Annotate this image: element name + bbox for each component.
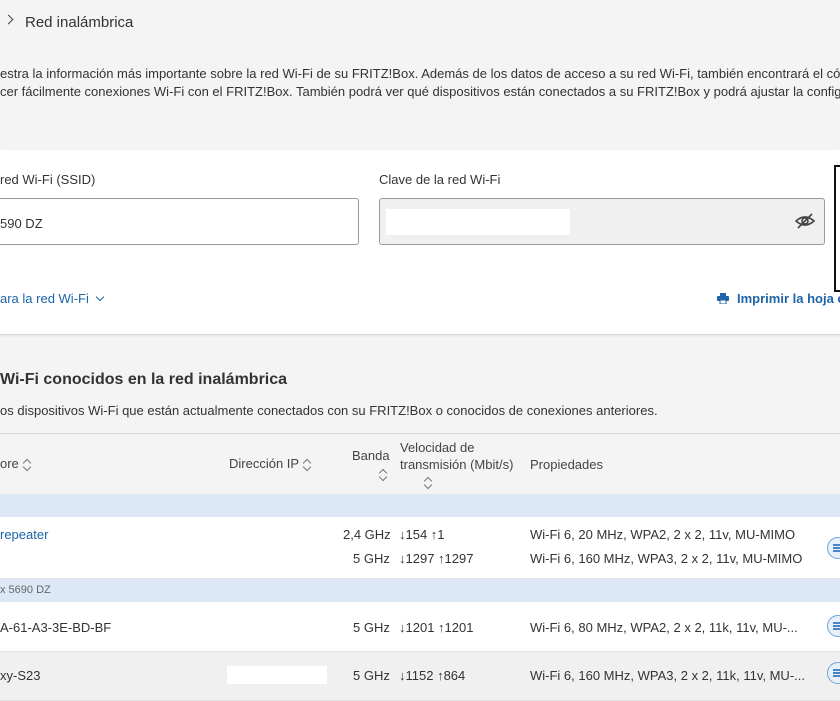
overlay-frame [834,165,840,292]
speed: ↓1297 ↑1297 [399,551,474,566]
band: 5 GHz [353,620,390,635]
sort-icon [302,458,312,472]
band: 5 GHz [353,551,390,566]
devices-description: os dispositivos Wi-Fi que están actualme… [0,403,658,418]
band: 5 GHz [353,668,390,683]
group-band [0,579,840,602]
ssid-label: red Wi-Fi (SSID) [0,172,96,187]
band: 2,4 GHz [343,527,391,542]
sort-icon[interactable] [423,476,433,490]
wifi-key-redacted [386,209,570,235]
wifi-key-label: Clave de la red Wi-Fi [379,172,501,187]
properties: Wi-Fi 6, 160 MHz, WPA3, 2 x 2, 11v, MU-M… [530,551,803,566]
device-name-link[interactable]: repeater [0,527,48,542]
connect-to-wifi-label: ara la red Wi-Fi [0,291,89,306]
intro-line-2: cer fácilmente conexiones Wi-Fi con el F… [0,84,840,99]
ssid-field[interactable] [0,198,359,245]
breadcrumb-current: Red inalámbrica [25,14,134,31]
chevron-right-icon [3,14,14,25]
sort-icon [22,458,32,472]
intro-line-1: estra la información más importante sobr… [0,66,840,81]
column-name[interactable]: ore [0,456,32,472]
device-name[interactable]: xy-S23 [0,668,40,683]
column-speed-line2[interactable]: transmisión (Mbit/s) [400,457,513,472]
chevron-down-icon [95,292,105,302]
devices-title: Wi-Fi conocidos en la red inalámbrica [0,371,288,388]
speed: ↓1152 ↑864 [399,668,466,683]
column-speed-line1[interactable]: Velocidad de [400,440,474,455]
properties: Wi-Fi 6, 80 MHz, WPA2, 2 x 2, 11k, 11v, … [530,620,798,635]
device-name[interactable]: A-61-A3-3E-BD-BF [0,620,111,635]
properties: Wi-Fi 6, 20 MHz, WPA2, 2 x 2, 11v, MU-MI… [530,527,796,542]
speed: ↓1201 ↑1201 [399,620,474,635]
print-sheet-link[interactable]: Imprimir la hoja c [737,291,840,306]
ip-redacted [224,620,324,638]
ip-redacted [227,666,327,684]
column-properties: Propiedades [530,457,603,472]
group-band [0,494,840,517]
printer-icon [717,292,729,305]
speed: ↓154 ↑1 [399,527,445,542]
group-label: x 5690 DZ [0,584,51,596]
connect-to-wifi-toggle[interactable]: ara la red Wi-Fi [0,291,105,306]
properties: Wi-Fi 6, 160 MHz, WPA3, 2 x 2, 11k, 11v,… [530,668,805,683]
sort-icon[interactable] [378,468,388,482]
ssid-value: 590 DZ [0,216,43,231]
eye-slash-icon[interactable] [793,209,817,233]
column-band[interactable]: Banda [352,448,390,463]
column-ip[interactable]: Dirección IP [229,456,312,472]
ip-redacted [222,528,322,546]
